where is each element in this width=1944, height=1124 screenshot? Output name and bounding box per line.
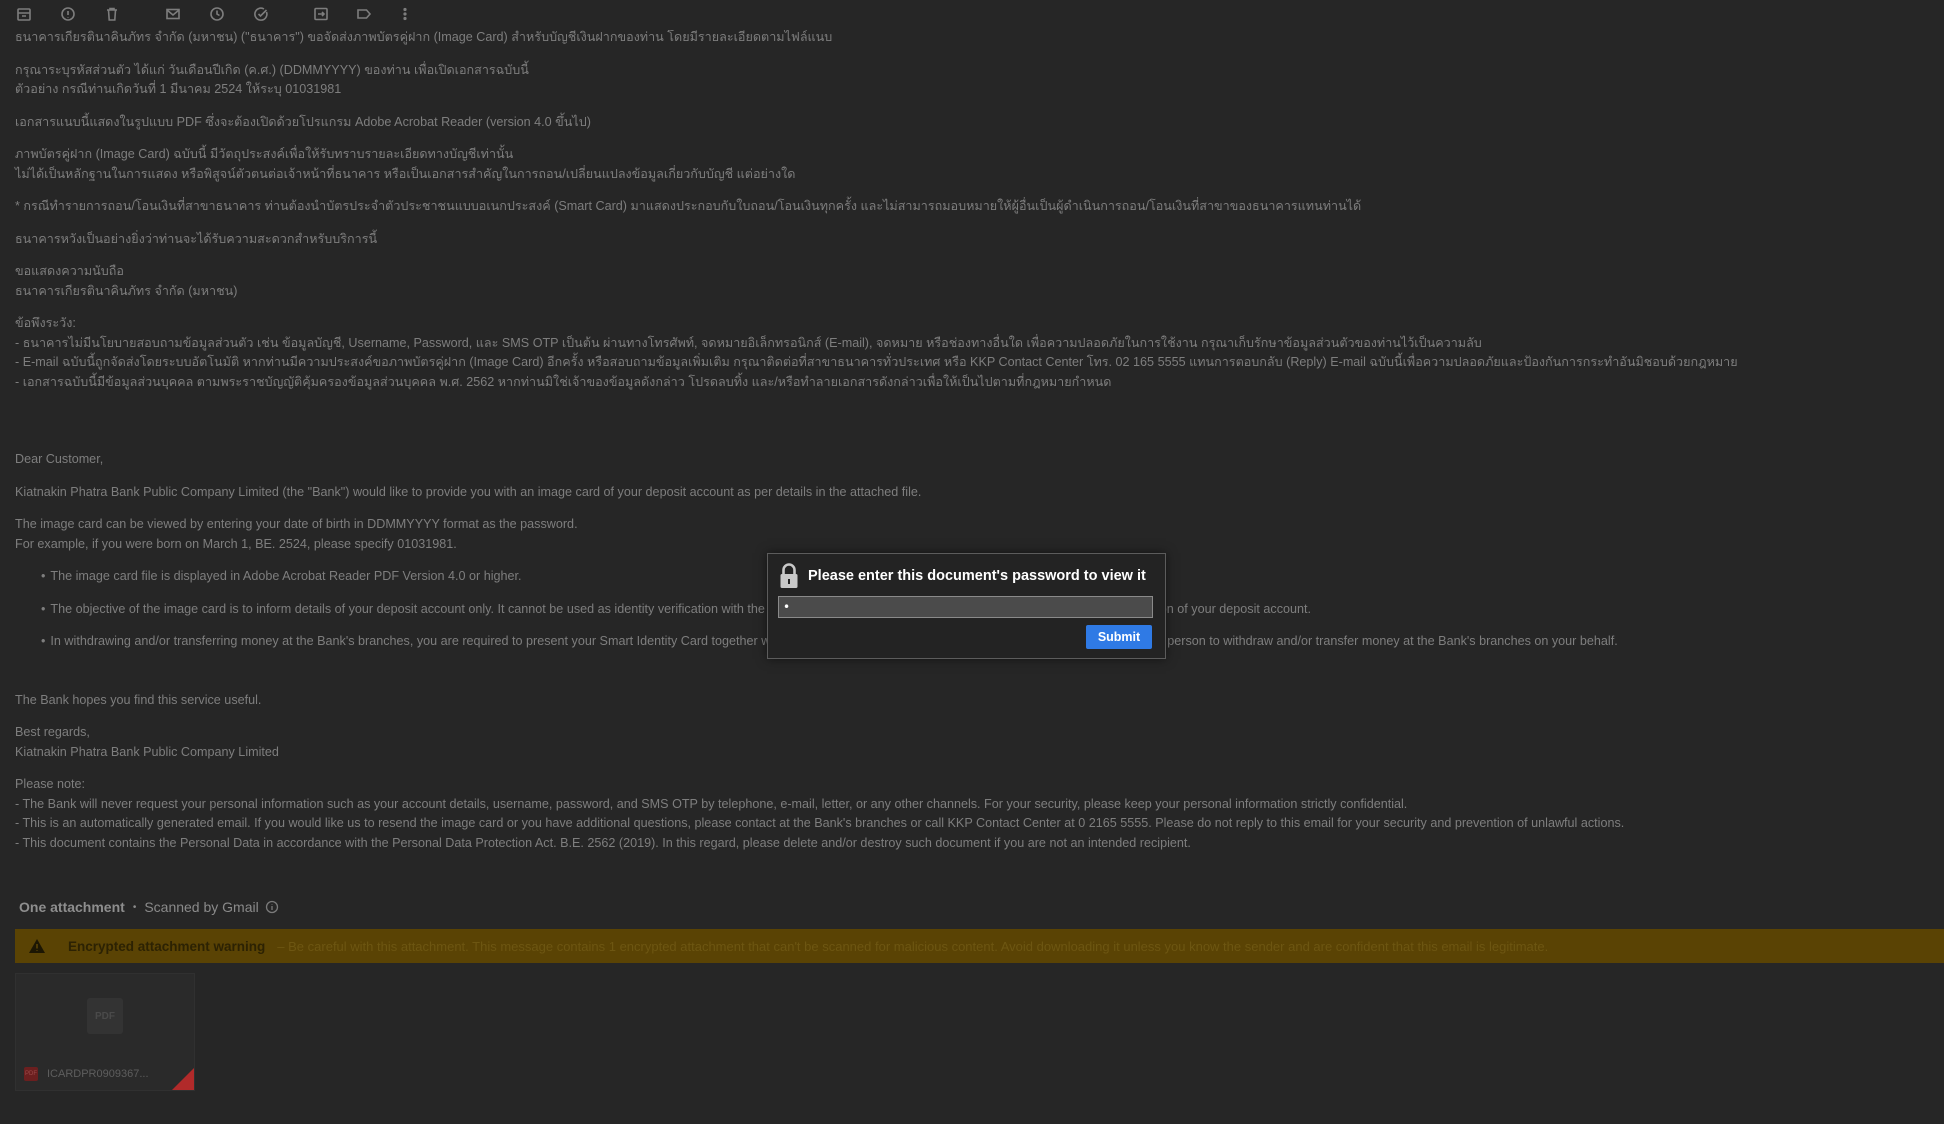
attachment-card[interactable]: PDF PDF ICARDPR0909367... bbox=[15, 973, 195, 1091]
thai-regards-line-2: ธนาคารเกียรตินาคินภัทร จำกัด (มหาชน) bbox=[15, 283, 238, 298]
thai-withdrawal-note: * กรณีทำรายการถอน/โอนเงินที่สาขาธนาคาร ท… bbox=[15, 199, 1362, 213]
label-icon[interactable] bbox=[352, 2, 376, 26]
thai-card-purpose-line-2: ไม่ได้เป็นหลักฐานในการแสดง หรือพิสูจน์ตั… bbox=[15, 166, 796, 181]
english-note-2: - This is an automatically generated ema… bbox=[15, 816, 1625, 830]
english-regards-line-2: Kiatnakin Phatra Bank Public Company Lim… bbox=[15, 744, 279, 759]
attachment-filename: ICARDPR0909367... bbox=[47, 1068, 149, 1080]
attachment-thumbnail: PDF bbox=[87, 998, 123, 1034]
thai-password-instructions: กรุณาระบุรหัสส่วนตัว ได้แก่ วันเดือนปีเก… bbox=[15, 61, 1935, 100]
thai-password-line-1: กรุณาระบุรหัสส่วนตัว ได้แก่ วันเดือนปีเก… bbox=[15, 62, 529, 77]
thai-regards-line-1: ขอแสดงความนับถือ bbox=[15, 264, 124, 278]
password-dialog-title: Please enter this document's password to… bbox=[808, 568, 1146, 584]
thai-card-purpose-line-1: ภาพบัตรคู่ฝาก (Image Card) ฉบับนี้ มีวัต… bbox=[15, 147, 514, 161]
english-hope: The Bank hopes you find this service use… bbox=[15, 692, 262, 707]
english-greeting: Dear Customer, bbox=[15, 452, 104, 466]
attachment-corner-fold bbox=[172, 1068, 194, 1090]
warning-triangle-icon bbox=[28, 937, 46, 955]
info-icon[interactable] bbox=[265, 900, 279, 914]
email-body: ธนาคารเกียรตินาคินภัทร จำกัด (มหาชน) ("ธ… bbox=[15, 28, 1935, 866]
thai-card-purpose: ภาพบัตรคู่ฝาก (Image Card) ฉบับนี้ มีวัต… bbox=[15, 145, 1935, 184]
english-password-line-1: The image card can be viewed by entering… bbox=[15, 517, 578, 531]
thai-note-3: - เอกสารฉบับนี้มีข้อมูลส่วนบุคคล ตามพระร… bbox=[15, 374, 1112, 389]
submit-button[interactable]: Submit bbox=[1086, 625, 1152, 649]
move-to-icon[interactable] bbox=[309, 2, 333, 26]
pdf-file-icon: PDF bbox=[24, 1067, 38, 1081]
thai-note-1: - ธนาคารไม่มีนโยบายสอบถามข้อมูลส่วนตัว เ… bbox=[15, 335, 1482, 350]
scanned-label: Scanned by Gmail bbox=[144, 899, 259, 915]
password-dialog: Please enter this document's password to… bbox=[767, 553, 1166, 659]
lock-icon bbox=[778, 561, 800, 591]
more-icon[interactable] bbox=[393, 2, 417, 26]
english-note-1: - The Bank will never request your perso… bbox=[15, 796, 1408, 811]
thai-password-line-2: ตัวอย่าง กรณีท่านเกิดวันที่ 1 มีนาคม 252… bbox=[15, 82, 342, 96]
email-view: ธนาคารเกียรตินาคินภัทร จำกัด (มหาชน) ("ธ… bbox=[0, 0, 1944, 1124]
attachment-filename-row: PDF ICARDPR0909367... bbox=[24, 1067, 149, 1081]
mark-unread-icon[interactable] bbox=[161, 2, 185, 26]
thai-notes: ข้อพึงระวัง: - ธนาคารไม่มีนโยบายสอบถามข้… bbox=[15, 314, 1935, 392]
delete-icon[interactable] bbox=[100, 2, 124, 26]
attachments-header: One attachment • Scanned by Gmail bbox=[19, 897, 279, 917]
english-password-line-2: For example, if you were born on March 1… bbox=[15, 536, 457, 551]
thai-notes-title: ข้อพึงระวัง: bbox=[15, 316, 76, 330]
thai-note-2: - E-mail ฉบับนี้ถูกจัดส่งโดยระบบอัตโนมัต… bbox=[15, 355, 1738, 369]
password-dialog-header: Please enter this document's password to… bbox=[778, 561, 1146, 591]
report-spam-icon[interactable] bbox=[56, 2, 80, 26]
add-task-icon[interactable] bbox=[249, 2, 273, 26]
thai-pdf-info: เอกสารแนบนี้แสดงในรูปแบบ PDF ซึ่งจะต้องเ… bbox=[15, 114, 591, 129]
warning-message: – Be careful with this attachment. This … bbox=[277, 938, 1549, 954]
email-toolbar bbox=[0, 0, 1944, 30]
password-input[interactable] bbox=[778, 596, 1153, 618]
english-password-instructions: The image card can be viewed by entering… bbox=[15, 515, 1935, 554]
thai-regards: ขอแสดงความนับถือ ธนาคารเกียรตินาคินภัทร … bbox=[15, 262, 1935, 301]
attachment-count: One attachment bbox=[19, 899, 125, 915]
english-notes: Please note: - The Bank will never reque… bbox=[15, 775, 1935, 853]
thai-intro: ธนาคารเกียรตินาคินภัทร จำกัด (มหาชน) ("ธ… bbox=[15, 30, 833, 44]
warning-title: Encrypted attachment warning bbox=[68, 938, 266, 954]
archive-icon[interactable] bbox=[12, 2, 36, 26]
encrypted-attachment-warning: Encrypted attachment warning – Be carefu… bbox=[15, 929, 1944, 963]
english-regards: Best regards, Kiatnakin Phatra Bank Publ… bbox=[15, 723, 1935, 762]
thai-hope: ธนาคารหวังเป็นอย่างยิ่งว่าท่านจะได้รับคว… bbox=[15, 231, 378, 246]
english-regards-line-1: Best regards, bbox=[15, 725, 90, 739]
separator-dot: • bbox=[132, 901, 137, 913]
english-note-3: - This document contains the Personal Da… bbox=[15, 835, 1191, 850]
english-intro: Kiatnakin Phatra Bank Public Company Lim… bbox=[15, 484, 922, 499]
english-notes-title: Please note: bbox=[15, 777, 86, 791]
snooze-icon[interactable] bbox=[205, 2, 229, 26]
